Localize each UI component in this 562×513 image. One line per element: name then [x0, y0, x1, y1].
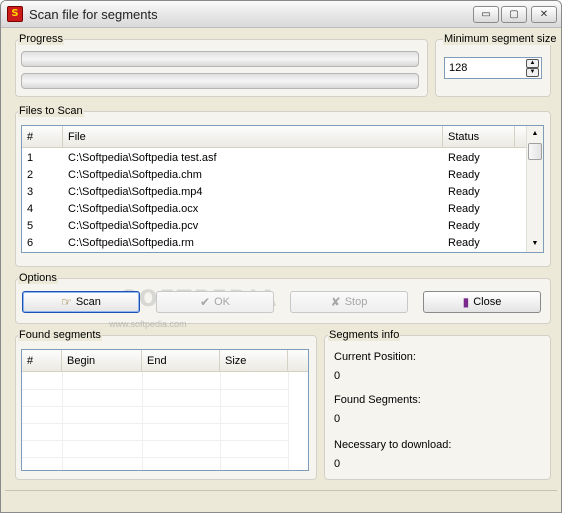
- progress-bar-2: [21, 73, 419, 89]
- row-number: 3: [27, 186, 34, 198]
- close-button[interactable]: ▮ Close: [423, 291, 541, 313]
- options-label: Options: [18, 272, 58, 284]
- necessary-download-value: 0: [334, 458, 341, 470]
- status-bar: [5, 490, 557, 508]
- grid-line: [62, 372, 63, 470]
- scan-hand-icon: ☞: [61, 295, 72, 309]
- table-row[interactable]: 3 C:\Softpedia\Softpedia.mp4 Ready: [22, 184, 527, 201]
- found-segments-count-value: 0: [334, 413, 341, 425]
- spin-down-icon[interactable]: ▼: [526, 68, 539, 77]
- row-status: Ready: [448, 237, 480, 249]
- table-row[interactable]: 4 C:\Softpedia\Softpedia.ocx Ready: [22, 201, 527, 218]
- scroll-up-icon[interactable]: ▲: [527, 126, 543, 142]
- minimize-button[interactable]: ▭: [473, 6, 499, 23]
- exit-door-icon: ▮: [462, 295, 470, 309]
- scan-button-label: Scan: [75, 296, 101, 308]
- row-number: 5: [27, 220, 34, 232]
- spin-up-icon[interactable]: ▲: [526, 59, 539, 68]
- column-begin[interactable]: Begin: [62, 350, 142, 372]
- files-list[interactable]: # File Status 1 C:\Softpedia\Softpedia te…: [21, 125, 544, 253]
- column-size[interactable]: Size: [220, 350, 288, 372]
- found-segments-label: Found segments: [18, 329, 102, 341]
- row-number: 6: [27, 237, 34, 249]
- row-file-path: C:\Softpedia\Softpedia.chm: [68, 169, 202, 181]
- row-status: Ready: [448, 220, 480, 232]
- row-status: Ready: [448, 203, 480, 215]
- scan-button[interactable]: ☞ Scan: [22, 291, 140, 313]
- app-icon: S: [7, 6, 23, 22]
- current-position-value: 0: [334, 370, 341, 382]
- table-row[interactable]: 5 C:\Softpedia\Softpedia.pcv Ready: [22, 218, 527, 235]
- table-row[interactable]: 2 C:\Softpedia\Softpedia.chm Ready: [22, 167, 527, 184]
- progress-bar-1: [21, 51, 419, 67]
- window-title: Scan file for segments: [29, 7, 158, 22]
- stop-button-label: Stop: [344, 296, 368, 308]
- necessary-download-label: Necessary to download:: [334, 439, 452, 451]
- column-number[interactable]: #: [22, 126, 63, 148]
- files-label: Files to Scan: [18, 105, 84, 117]
- row-number: 4: [27, 203, 34, 215]
- column-file[interactable]: File: [63, 126, 443, 148]
- close-window-button[interactable]: ✕: [531, 6, 557, 23]
- ok-button-label: OK: [214, 296, 230, 308]
- progress-label: Progress: [18, 33, 65, 45]
- table-row[interactable]: 6 C:\Softpedia\Softpedia.rm Ready: [22, 235, 527, 252]
- maximize-button[interactable]: ▢: [501, 6, 527, 23]
- ok-button[interactable]: ✔ OK: [156, 291, 274, 313]
- stop-x-icon: ✘: [330, 295, 341, 309]
- close-button-label: Close: [473, 296, 502, 308]
- segments-list-header: # Begin End Size: [22, 350, 308, 372]
- watermark-url: www.softpedia.com: [109, 319, 187, 329]
- scroll-down-icon[interactable]: ▼: [527, 236, 543, 252]
- checkmark-icon: ✔: [200, 295, 211, 309]
- min-segment-label: Minimum segment size: [443, 33, 558, 45]
- files-list-header: # File Status: [22, 126, 527, 148]
- scan-window: S Scan file for segments ▭ ▢ ✕ Progress …: [0, 0, 562, 513]
- row-file-path: C:\Softpedia\Softpedia.mp4: [68, 186, 203, 198]
- row-status: Ready: [448, 186, 480, 198]
- column-end[interactable]: End: [142, 350, 220, 372]
- stop-button[interactable]: ✘ Stop: [290, 291, 408, 313]
- row-status: Ready: [448, 169, 480, 181]
- found-segments-list[interactable]: # Begin End Size: [21, 349, 309, 471]
- scroll-thumb[interactable]: [528, 143, 542, 160]
- row-file-path: C:\Softpedia\Softpedia.rm: [68, 237, 194, 249]
- row-number: 1: [27, 152, 34, 164]
- column-status[interactable]: Status: [443, 126, 515, 148]
- grid-line: [142, 372, 143, 470]
- found-segments-count-label: Found Segments:: [334, 394, 421, 406]
- row-number: 2: [27, 169, 34, 181]
- column-seg-number[interactable]: #: [22, 350, 62, 372]
- min-segment-value[interactable]: 128: [449, 62, 467, 74]
- min-segment-spinner[interactable]: 128 ▲ ▼: [444, 57, 542, 79]
- grid-line: [220, 372, 221, 470]
- title-bar[interactable]: S Scan file for segments ▭ ▢ ✕: [1, 1, 561, 28]
- files-scrollbar[interactable]: ▲ ▼: [526, 126, 543, 252]
- row-file-path: C:\Softpedia\Softpedia.pcv: [68, 220, 199, 232]
- row-file-path: C:\Softpedia\Softpedia test.asf: [68, 152, 217, 164]
- table-row[interactable]: 1 C:\Softpedia\Softpedia test.asf Ready: [22, 150, 527, 167]
- current-position-label: Current Position:: [334, 351, 416, 363]
- row-status: Ready: [448, 152, 480, 164]
- row-file-path: C:\Softpedia\Softpedia.ocx: [68, 203, 199, 215]
- grid-line: [288, 372, 289, 470]
- segments-info-label: Segments info: [328, 329, 401, 341]
